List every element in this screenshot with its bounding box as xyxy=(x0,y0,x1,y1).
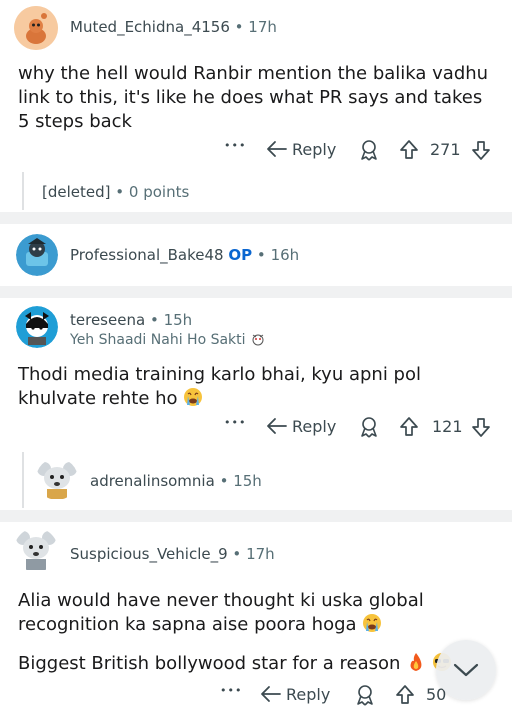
thread-line xyxy=(22,452,24,508)
timestamp: 17h xyxy=(248,18,277,36)
flair-icon xyxy=(252,334,264,346)
reply-arrow-icon xyxy=(267,141,287,157)
vote-score: 271 xyxy=(430,140,461,159)
crying-emoji-icon xyxy=(363,614,382,632)
comment-body: why the hell would Ranbir mention the ba… xyxy=(18,63,489,132)
flair-text: Yeh Shaadi Nahi Ho Sakti xyxy=(70,332,246,348)
more-options-button[interactable]: ••• xyxy=(224,416,246,429)
divider xyxy=(0,510,512,522)
crying-emoji-icon xyxy=(184,388,203,406)
comment-body-text: Thodi media training karlo bhai, kyu apn… xyxy=(18,364,421,409)
reply-arrow-icon xyxy=(261,686,281,702)
deleted-comment: [deleted] • 0 points xyxy=(42,183,189,201)
avatar[interactable] xyxy=(16,234,58,276)
timestamp: 17h xyxy=(246,545,275,563)
separator-dot: • xyxy=(115,183,125,201)
divider xyxy=(0,212,512,224)
separator-dot: • xyxy=(219,472,229,490)
username[interactable]: Suspicious_Vehicle_9 xyxy=(70,545,228,563)
downvote-button[interactable] xyxy=(470,415,492,439)
downvote-icon xyxy=(472,141,490,160)
points: 0 points xyxy=(128,183,190,201)
comment-meta: tereseena • 15h xyxy=(70,311,192,329)
more-icon: ••• xyxy=(224,139,247,152)
upvote-button[interactable] xyxy=(398,415,420,439)
award-icon xyxy=(361,140,377,161)
more-icon: ••• xyxy=(220,684,243,697)
separator-dot: • xyxy=(256,246,266,264)
reply-label: Reply xyxy=(292,139,337,159)
reply-button[interactable]: Reply xyxy=(260,684,330,704)
separator-dot: • xyxy=(232,545,242,563)
user-flair: Yeh Shaadi Nahi Ho Sakti xyxy=(70,331,266,348)
reply-button[interactable]: Reply xyxy=(266,139,336,159)
vote-score: 121 xyxy=(432,417,463,436)
comment-body: Thodi media training karlo bhai, kyu apn… xyxy=(18,363,458,411)
chevron-down-icon xyxy=(453,663,479,677)
avatar[interactable] xyxy=(36,458,78,500)
upvote-button[interactable] xyxy=(398,138,420,162)
comment-body-line2: Biggest British bollywood star for a rea… xyxy=(18,652,478,676)
timestamp: 16h xyxy=(270,246,300,264)
downvote-icon xyxy=(472,418,490,437)
separator-dot: • xyxy=(234,18,244,36)
comment-body-text: Biggest British bollywood star for a rea… xyxy=(18,653,401,674)
comment-meta: Muted_Echidna_4156 • 17h xyxy=(70,18,277,36)
separator-dot: • xyxy=(149,311,159,329)
more-options-button[interactable]: ••• xyxy=(220,684,242,697)
comment-meta: Suspicious_Vehicle_9 • 17h xyxy=(70,545,275,563)
reply-arrow-icon xyxy=(267,418,287,434)
upvote-icon xyxy=(400,417,418,436)
avatar[interactable] xyxy=(16,306,58,348)
more-options-button[interactable]: ••• xyxy=(224,139,246,152)
comment-meta: adrenalinsomnia • 15h xyxy=(90,472,262,490)
reply-label: Reply xyxy=(292,416,337,436)
timestamp: 15h xyxy=(163,311,193,329)
award-icon xyxy=(357,685,373,706)
upvote-button[interactable] xyxy=(394,683,416,707)
deleted-label: [deleted] xyxy=(42,183,111,201)
username[interactable]: adrenalinsomnia xyxy=(90,472,215,490)
award-button[interactable] xyxy=(357,415,381,439)
divider xyxy=(0,286,512,298)
username[interactable]: tereseena xyxy=(70,311,145,329)
op-badge: OP xyxy=(228,246,253,264)
avatar[interactable] xyxy=(14,528,58,572)
reply-label: Reply xyxy=(286,684,331,704)
award-icon xyxy=(361,417,377,438)
upvote-icon xyxy=(400,140,418,159)
reply-button[interactable]: Reply xyxy=(266,416,336,436)
more-icon: ••• xyxy=(224,416,247,429)
fire-emoji-icon xyxy=(410,653,422,671)
timestamp: 15h xyxy=(233,472,262,490)
award-button[interactable] xyxy=(357,138,381,162)
downvote-button[interactable] xyxy=(470,138,492,162)
avatar[interactable] xyxy=(14,6,58,50)
scroll-down-button[interactable] xyxy=(436,640,496,700)
comment-meta: Professional_Bake48 OP • 16h xyxy=(70,246,299,264)
comment-body: Alia would have never thought ki uska gl… xyxy=(18,589,438,637)
award-button[interactable] xyxy=(353,683,377,707)
username[interactable]: Professional_Bake48 xyxy=(70,246,224,264)
username[interactable]: Muted_Echidna_4156 xyxy=(70,18,230,36)
thread-line xyxy=(22,172,24,210)
upvote-icon xyxy=(396,685,414,704)
